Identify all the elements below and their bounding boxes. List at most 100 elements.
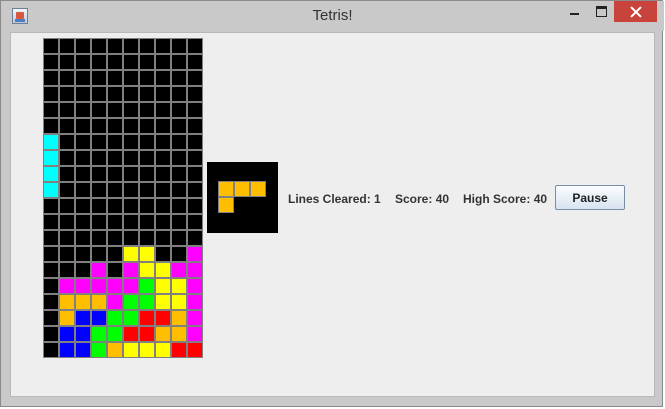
- empty-cell: [43, 262, 59, 278]
- empty-cell: [187, 166, 203, 182]
- block-cell: [59, 294, 75, 310]
- empty-cell: [75, 134, 91, 150]
- pause-button[interactable]: Pause: [555, 185, 625, 210]
- block-cell: [171, 326, 187, 342]
- maximize-icon[interactable]: [589, 1, 613, 22]
- game-board: [43, 38, 203, 358]
- empty-cell: [139, 86, 155, 102]
- block-cell: [91, 294, 107, 310]
- block-cell: [171, 278, 187, 294]
- block-cell: [187, 326, 203, 342]
- empty-cell: [187, 102, 203, 118]
- empty-cell: [171, 182, 187, 198]
- title-bar[interactable]: Tetris!: [1, 1, 664, 31]
- empty-cell: [139, 54, 155, 70]
- empty-cell: [59, 246, 75, 262]
- empty-cell: [187, 118, 203, 134]
- empty-cell: [43, 294, 59, 310]
- block-cell: [59, 278, 75, 294]
- empty-cell: [91, 150, 107, 166]
- block-cell: [187, 262, 203, 278]
- empty-cell: [187, 198, 203, 214]
- block-cell: [187, 246, 203, 262]
- next-block-cell: [250, 181, 266, 197]
- empty-cell: [91, 230, 107, 246]
- empty-cell: [171, 230, 187, 246]
- empty-cell: [187, 38, 203, 54]
- block-cell: [123, 310, 139, 326]
- empty-cell: [123, 166, 139, 182]
- block-cell: [91, 278, 107, 294]
- minimize-icon[interactable]: [560, 1, 588, 22]
- empty-cell: [107, 230, 123, 246]
- empty-cell: [91, 214, 107, 230]
- empty-cell: [91, 54, 107, 70]
- empty-cell: [155, 134, 171, 150]
- empty-cell: [107, 198, 123, 214]
- empty-cell: [43, 54, 59, 70]
- empty-cell: [43, 230, 59, 246]
- empty-cell: [139, 38, 155, 54]
- empty-cell: [59, 198, 75, 214]
- empty-cell: [155, 86, 171, 102]
- empty-cell: [123, 70, 139, 86]
- empty-cell: [43, 326, 59, 342]
- empty-cell: [75, 262, 91, 278]
- empty-cell: [59, 214, 75, 230]
- empty-cell: [75, 118, 91, 134]
- empty-cell: [59, 230, 75, 246]
- block-cell: [139, 278, 155, 294]
- empty-cell: [123, 38, 139, 54]
- block-cell: [75, 278, 91, 294]
- empty-cell: [75, 198, 91, 214]
- score-value: 40: [435, 192, 450, 206]
- empty-cell: [155, 150, 171, 166]
- empty-cell: [91, 86, 107, 102]
- block-cell: [59, 310, 75, 326]
- block-cell: [171, 342, 187, 358]
- block-cell: [123, 246, 139, 262]
- block-cell: [187, 278, 203, 294]
- next-block-cell: [218, 197, 234, 213]
- empty-cell: [123, 150, 139, 166]
- empty-cell: [123, 134, 139, 150]
- block-cell: [107, 278, 123, 294]
- block-cell: [187, 294, 203, 310]
- empty-cell: [59, 118, 75, 134]
- empty-cell: [187, 86, 203, 102]
- empty-cell: [171, 166, 187, 182]
- empty-cell: [139, 230, 155, 246]
- empty-cell: [43, 102, 59, 118]
- empty-cell: [139, 166, 155, 182]
- high-score: High Score: 40: [463, 192, 547, 206]
- empty-cell: [91, 166, 107, 182]
- empty-cell: [155, 118, 171, 134]
- empty-cell: [59, 54, 75, 70]
- empty-cell: [59, 182, 75, 198]
- empty-cell: [75, 182, 91, 198]
- empty-cell: [123, 230, 139, 246]
- block-cell: [43, 166, 59, 182]
- empty-cell: [155, 230, 171, 246]
- empty-cell: [139, 134, 155, 150]
- block-cell: [155, 294, 171, 310]
- block-cell: [139, 342, 155, 358]
- empty-cell: [59, 102, 75, 118]
- high-score-label: High Score:: [463, 192, 531, 206]
- block-cell: [91, 262, 107, 278]
- block-cell: [139, 262, 155, 278]
- empty-cell: [139, 198, 155, 214]
- empty-cell: [91, 182, 107, 198]
- empty-cell: [123, 182, 139, 198]
- empty-cell: [75, 150, 91, 166]
- score-label: Score:: [395, 192, 433, 206]
- block-cell: [123, 294, 139, 310]
- empty-cell: [171, 70, 187, 86]
- empty-cell: [59, 166, 75, 182]
- empty-cell: [187, 214, 203, 230]
- empty-cell: [155, 70, 171, 86]
- empty-cell: [123, 198, 139, 214]
- lines-cleared-label: Lines Cleared:: [288, 192, 371, 206]
- block-cell: [123, 278, 139, 294]
- close-icon[interactable]: [614, 1, 657, 22]
